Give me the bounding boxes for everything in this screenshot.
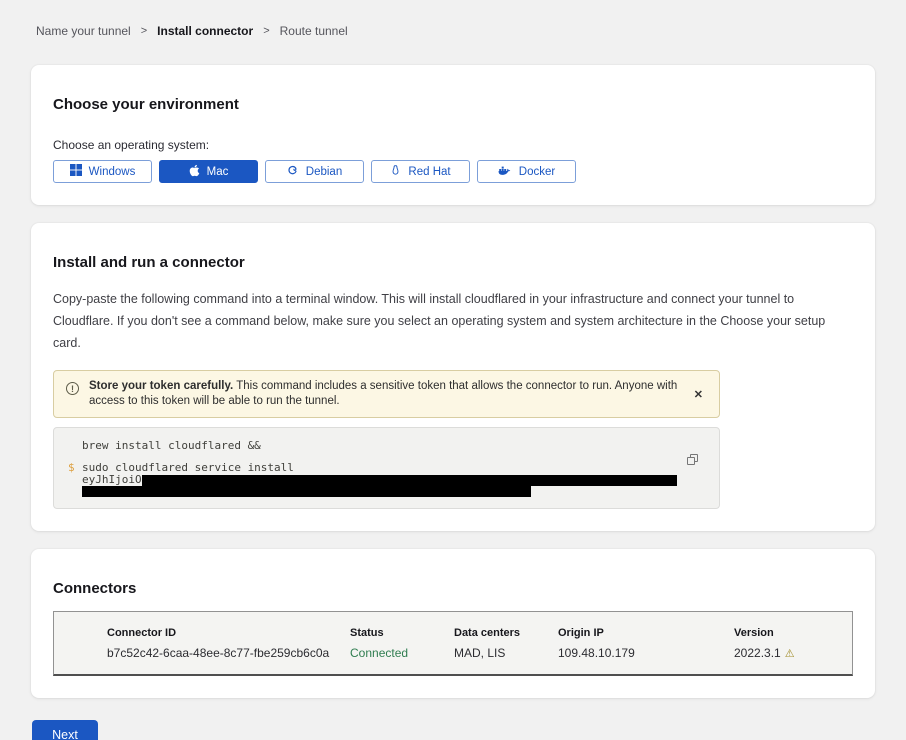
- connectors-card-title: Connectors: [53, 580, 853, 598]
- code-line-2: $ sudo cloudflared service install: [68, 461, 705, 474]
- connectors-table: Connector ID Status Data centers Origin …: [53, 611, 853, 676]
- apple-icon: [189, 164, 200, 180]
- breadcrumb-separator: >: [141, 25, 147, 37]
- environment-card-title: Choose your environment: [53, 96, 853, 114]
- col-header-data-centers: Data centers: [454, 627, 558, 639]
- code-line-token-1: eyJhIjoiO: [68, 474, 705, 486]
- cell-data-centers: MAD, LIS: [454, 646, 558, 660]
- col-header-origin-ip: Origin IP: [558, 627, 734, 639]
- breadcrumb: Name your tunnel > Install connector > R…: [0, 0, 906, 38]
- code-line-1: brew install cloudflared &&: [68, 439, 705, 452]
- footer: Next: [32, 720, 906, 740]
- code-text: brew install cloudflared &&: [82, 439, 261, 452]
- os-button-windows[interactable]: Windows: [53, 160, 152, 183]
- install-connector-card: Install and run a connector Copy-paste t…: [31, 223, 875, 531]
- col-header-version: Version: [734, 627, 842, 639]
- os-button-label: Docker: [519, 166, 555, 178]
- cell-version: 2022.3.1 ⚠: [734, 646, 842, 660]
- connectors-card: Connectors Connector ID Status Data cent…: [31, 549, 875, 698]
- install-card-title: Install and run a connector: [53, 254, 853, 272]
- next-button[interactable]: Next: [32, 720, 98, 740]
- warning-triangle-icon: ⚠: [785, 648, 795, 660]
- table-header-row: Connector ID Status Data centers Origin …: [107, 627, 842, 639]
- token-prefix: eyJhIjoiO: [82, 474, 142, 486]
- os-button-label: Mac: [207, 166, 229, 178]
- os-button-label: Debian: [306, 166, 342, 178]
- breadcrumb-route-tunnel[interactable]: Route tunnel: [280, 24, 348, 38]
- os-button-docker[interactable]: Docker: [477, 160, 576, 183]
- os-button-row: Windows Mac Debian Red Hat Docker: [53, 160, 853, 183]
- token-warning-banner: ! Store your token carefully. This comma…: [53, 370, 720, 418]
- breadcrumb-separator: >: [263, 25, 269, 37]
- token-text: eyJhIjoiO: [82, 474, 677, 486]
- code-line-token-2: [68, 486, 705, 497]
- cell-connector-id: b7c52c42-6caa-48ee-8c77-fbe259cb6c0a: [107, 646, 350, 660]
- os-button-mac[interactable]: Mac: [159, 160, 258, 183]
- redaction-bar: [82, 486, 531, 497]
- cell-status: Connected: [350, 646, 454, 660]
- warning-text: Store your token carefully. This command…: [89, 379, 680, 409]
- install-description: Copy-paste the following command into a …: [53, 288, 853, 354]
- os-button-label: Red Hat: [408, 166, 450, 178]
- os-select-label: Choose an operating system:: [53, 138, 853, 152]
- windows-icon: [70, 164, 82, 179]
- choose-environment-card: Choose your environment Choose an operat…: [31, 65, 875, 205]
- alert-circle-icon: !: [66, 382, 79, 395]
- redhat-icon: [390, 164, 401, 179]
- copy-icon[interactable]: [687, 454, 701, 468]
- col-header-connector-id: Connector ID: [107, 627, 350, 639]
- redaction-bar: [142, 475, 677, 486]
- os-button-redhat[interactable]: Red Hat: [371, 160, 470, 183]
- version-value: 2022.3.1: [734, 646, 781, 660]
- close-icon[interactable]: ✕: [690, 386, 707, 403]
- warning-title: Store your token carefully.: [89, 380, 233, 392]
- breadcrumb-install-connector[interactable]: Install connector: [157, 24, 253, 38]
- docker-icon: [498, 165, 512, 179]
- col-header-status: Status: [350, 627, 454, 639]
- install-command-code-block: brew install cloudflared && $ sudo cloud…: [53, 427, 720, 509]
- table-row: b7c52c42-6caa-48ee-8c77-fbe259cb6c0a Con…: [107, 646, 842, 660]
- os-button-debian[interactable]: Debian: [265, 160, 364, 183]
- breadcrumb-name-your-tunnel[interactable]: Name your tunnel: [36, 24, 131, 38]
- shell-prompt: $: [68, 461, 82, 474]
- os-button-label: Windows: [89, 166, 136, 178]
- debian-icon: [287, 164, 299, 179]
- cell-origin-ip: 109.48.10.179: [558, 646, 734, 660]
